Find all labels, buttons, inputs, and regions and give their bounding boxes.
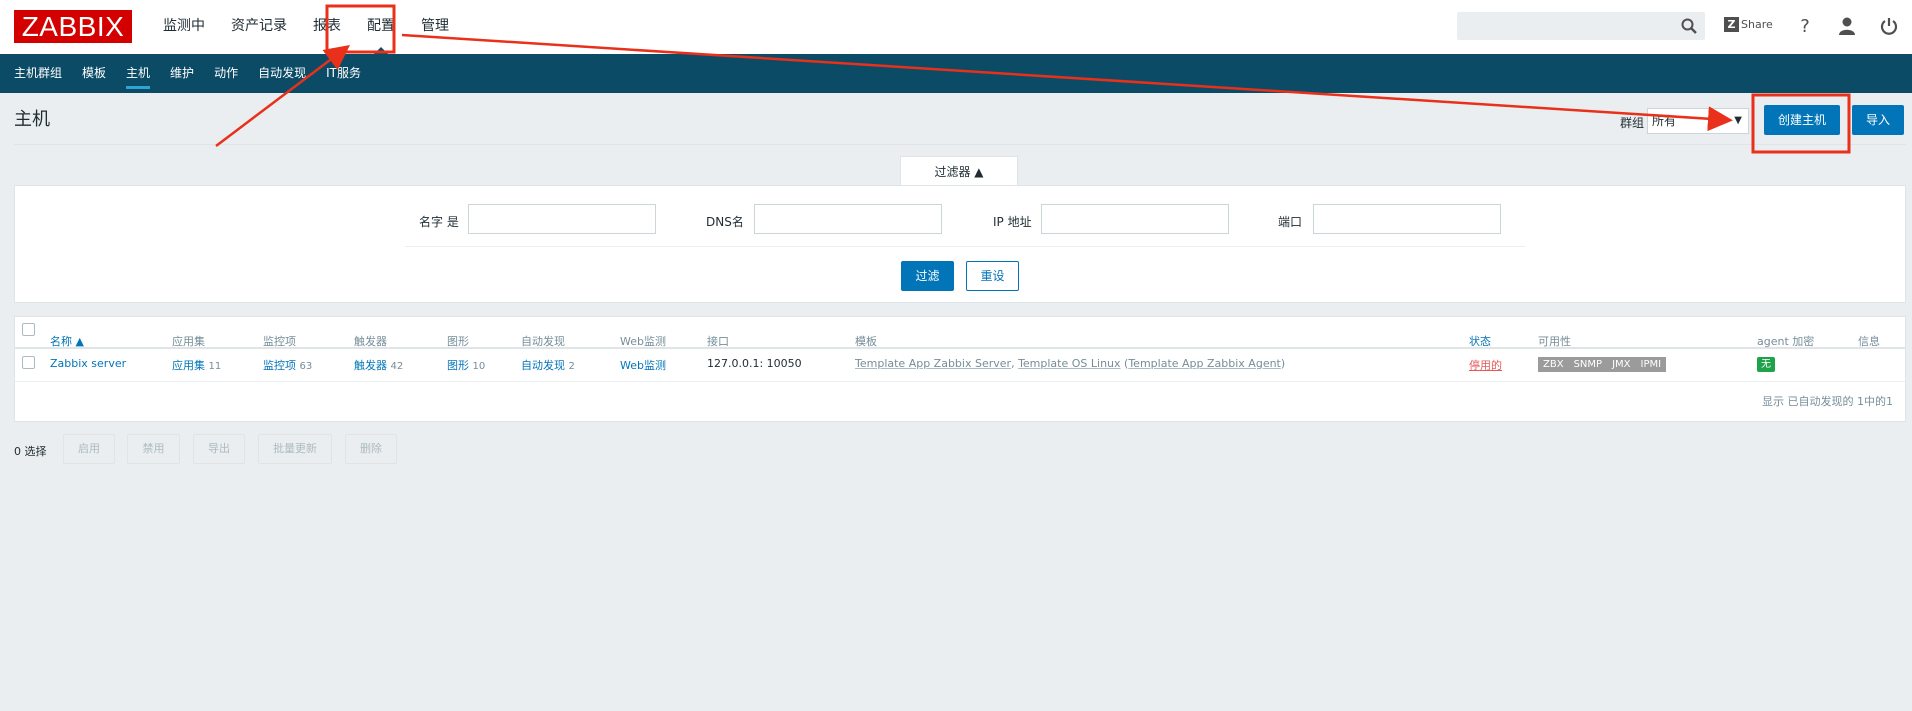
user-icon[interactable]	[1836, 16, 1858, 38]
nav-inventory[interactable]: 资产记录	[218, 0, 300, 54]
availability-badge-snmp: SNMP	[1568, 357, 1608, 372]
availability-badge-zbx: ZBX	[1538, 357, 1569, 372]
encryption-badge: 无	[1757, 357, 1775, 372]
interface-cell: 127.0.0.1: 10050	[707, 357, 802, 370]
items-link[interactable]: 监控项	[263, 359, 296, 372]
filter-port-input[interactable]	[1313, 204, 1501, 234]
nav-reports[interactable]: 报表	[300, 0, 354, 54]
import-button[interactable]: 导入	[1852, 105, 1904, 135]
select-all-checkbox[interactable]	[22, 323, 35, 336]
subnav-hosts[interactable]: 主机	[116, 54, 160, 93]
filter-apply-button[interactable]: 过滤	[901, 261, 954, 291]
applications-count: 11	[208, 361, 222, 372]
template-link[interactable]: Template OS Linux	[1018, 357, 1120, 370]
share-label: Share	[1741, 18, 1773, 31]
filter-ip-input[interactable]	[1041, 204, 1229, 234]
graphs-link[interactable]: 图形	[447, 359, 469, 372]
availability-badge-jmx: JMX	[1607, 357, 1636, 372]
group-select[interactable]: 所有 ▼	[1647, 108, 1749, 134]
disable-button[interactable]: 禁用	[127, 434, 180, 464]
discovery-link[interactable]: 自动发现	[521, 359, 565, 372]
template-separator: ,	[1011, 357, 1019, 370]
template-link[interactable]: Template App Zabbix Server	[855, 357, 1011, 370]
delete-button[interactable]: 删除	[345, 434, 397, 464]
host-name-link[interactable]: Zabbix server	[50, 357, 126, 370]
availability-badges: ZBX SNMP JMX IPMI	[1538, 357, 1667, 372]
template-link[interactable]: Template App Zabbix Agent	[1128, 357, 1281, 370]
triggers-link[interactable]: 触发器	[354, 359, 387, 372]
applications-cell[interactable]: 应用集 11	[172, 357, 221, 373]
triggers-cell[interactable]: 触发器 42	[354, 357, 403, 373]
filter-panel: 名字 是 DNS名 IP 地址 端口 过滤 重设	[14, 185, 1906, 303]
filter-reset-button[interactable]: 重设	[966, 261, 1019, 291]
group-select-value: 所有	[1652, 114, 1677, 128]
nav-monitoring[interactable]: 监测中	[150, 0, 218, 54]
graphs-cell[interactable]: 图形 10	[447, 357, 485, 373]
table-footer-count: 显示 已自动发现的 1中的1	[1762, 395, 1893, 408]
filter-ip-label: IP 地址	[993, 215, 1032, 229]
search-input[interactable]	[1457, 12, 1705, 40]
items-cell[interactable]: 监控项 63	[263, 357, 312, 373]
enable-button[interactable]: 启用	[63, 434, 115, 464]
items-count: 63	[299, 361, 313, 372]
subnav-actions[interactable]: 动作	[204, 54, 248, 93]
nav-configuration[interactable]: 配置	[354, 0, 408, 54]
subnav-maintenance[interactable]: 维护	[160, 54, 204, 93]
discovery-cell[interactable]: 自动发现 2	[521, 357, 575, 373]
subnav-discovery[interactable]: 自动发现	[248, 54, 316, 93]
filter-name-label: 名字 是	[419, 215, 459, 229]
filter-dns-label: DNS名	[706, 215, 744, 229]
sub-nav: 主机群组 模板 主机 维护 动作 自动发现 IT服务	[0, 54, 1912, 93]
page-title: 主机	[14, 109, 50, 130]
row-checkbox[interactable]	[22, 356, 35, 369]
filter-port-label: 端口	[1278, 215, 1303, 229]
subnav-host-groups[interactable]: 主机群组	[4, 54, 72, 93]
nav-administration[interactable]: 管理	[408, 0, 462, 54]
share-icon: Z	[1724, 17, 1739, 32]
applications-link[interactable]: 应用集	[172, 359, 205, 372]
templates-cell: Template App Zabbix Server, Template OS …	[855, 357, 1285, 370]
mass-update-button[interactable]: 批量更新	[258, 434, 332, 464]
search-icon[interactable]	[1680, 17, 1698, 35]
selected-count: 0 选择	[14, 445, 47, 458]
graphs-count: 10	[472, 361, 486, 372]
status-toggle[interactable]: 停用的	[1469, 357, 1502, 373]
web-link[interactable]: Web监测	[620, 357, 666, 373]
share-link[interactable]: Z Share	[1724, 17, 1773, 32]
template-paren-close: )	[1280, 357, 1286, 370]
title-divider	[14, 144, 1906, 145]
top-header: ZABBIX 监测中 资产记录 报表 配置 管理 Z Share ?	[0, 0, 1912, 54]
create-host-button[interactable]: 创建主机	[1764, 105, 1840, 135]
zabbix-logo[interactable]: ZABBIX	[14, 10, 132, 43]
group-label: 群组	[1620, 116, 1645, 130]
discovery-count: 2	[568, 361, 575, 372]
subnav-templates[interactable]: 模板	[72, 54, 116, 93]
help-icon[interactable]: ?	[1794, 16, 1816, 38]
power-icon[interactable]	[1878, 16, 1900, 38]
filter-tab[interactable]: 过滤器 ▲	[900, 156, 1018, 186]
hosts-table: 名称 ▲ 应用集 监控项 触发器 图形 自动发现 Web监测 接口 模板 状态 …	[14, 316, 1906, 422]
row-separator	[15, 381, 1905, 382]
filter-name-input[interactable]	[468, 204, 656, 234]
filter-separator	[405, 246, 1525, 247]
subnav-it-services[interactable]: IT服务	[316, 54, 371, 93]
filter-dns-input[interactable]	[754, 204, 942, 234]
main-nav: 监测中 资产记录 报表 配置 管理	[150, 0, 462, 54]
availability-badge-ipmi: IPMI	[1635, 357, 1667, 372]
header-separator	[15, 347, 1905, 349]
chevron-down-icon: ▼	[1734, 115, 1742, 126]
export-button[interactable]: 导出	[193, 434, 245, 464]
triggers-count: 42	[390, 361, 404, 372]
